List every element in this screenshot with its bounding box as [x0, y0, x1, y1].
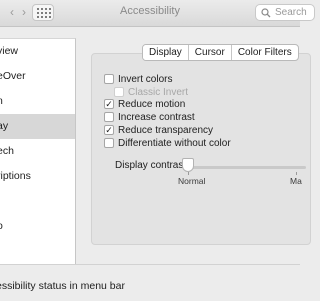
option-label: Differentiate without color: [118, 138, 231, 149]
display-contrast-slider-thumb[interactable]: [182, 158, 194, 172]
sidebar: view eOver n ay ech riptions o: [0, 38, 76, 264]
option-label: Invert colors: [118, 74, 173, 85]
sidebar-item-label: ech: [0, 145, 14, 157]
sidebar-item-speech[interactable]: ech: [0, 139, 75, 164]
sidebar-item-descriptions[interactable]: riptions: [0, 164, 75, 189]
tab-cursor[interactable]: Cursor: [187, 45, 231, 60]
sidebar-item-voiceover[interactable]: eOver: [0, 64, 75, 89]
increase-contrast-checkbox[interactable]: [104, 112, 114, 122]
tab-bar: Display Cursor Color Filters: [142, 44, 299, 61]
display-contrast-label: Display contrast:: [115, 160, 189, 171]
search-icon: [261, 8, 271, 18]
option-label: Reduce transparency: [118, 125, 214, 136]
sidebar-item-label: eOver: [0, 70, 26, 82]
sidebar-item-label: o: [0, 214, 3, 239]
slider-tick: [296, 172, 297, 175]
sidebar-item-display[interactable]: ay: [0, 114, 75, 139]
option-label: Increase contrast: [118, 112, 195, 123]
show-status-in-menu-bar-option[interactable]: essibility status in menu bar: [0, 280, 125, 292]
search-placeholder: Search: [275, 7, 307, 18]
reduce-transparency-checkbox[interactable]: ✓: [104, 125, 114, 135]
display-contrast-slider-track[interactable]: [186, 166, 306, 169]
search-field[interactable]: Search: [255, 4, 315, 21]
sidebar-item-zoom[interactable]: n: [0, 89, 75, 114]
contrast-max-label: Ma: [290, 176, 302, 186]
contrast-min-label: Normal: [178, 176, 206, 186]
tab-display[interactable]: Display: [143, 45, 188, 60]
slider-tick: [188, 172, 189, 175]
reduce-motion-checkbox[interactable]: ✓: [104, 99, 114, 109]
sidebar-item-label: view: [0, 45, 19, 57]
invert-colors-checkbox[interactable]: [104, 74, 114, 84]
sidebar-item-label: n: [0, 89, 3, 114]
title-bar: ‹ › Accessibility Search: [0, 0, 315, 27]
sidebar-item-label: riptions: [0, 170, 31, 182]
differentiate-without-color-checkbox[interactable]: [104, 138, 114, 148]
option-label: Reduce motion: [118, 99, 186, 110]
sidebar-item-overview[interactable]: view: [0, 39, 75, 64]
classic-invert-checkbox: [114, 87, 124, 97]
tab-color-filters[interactable]: Color Filters: [230, 45, 298, 60]
sidebar-item-label: ay: [0, 120, 9, 132]
sidebar-item-audio[interactable]: o: [0, 214, 75, 239]
bottom-bar: essibility status in menu bar: [0, 264, 300, 301]
